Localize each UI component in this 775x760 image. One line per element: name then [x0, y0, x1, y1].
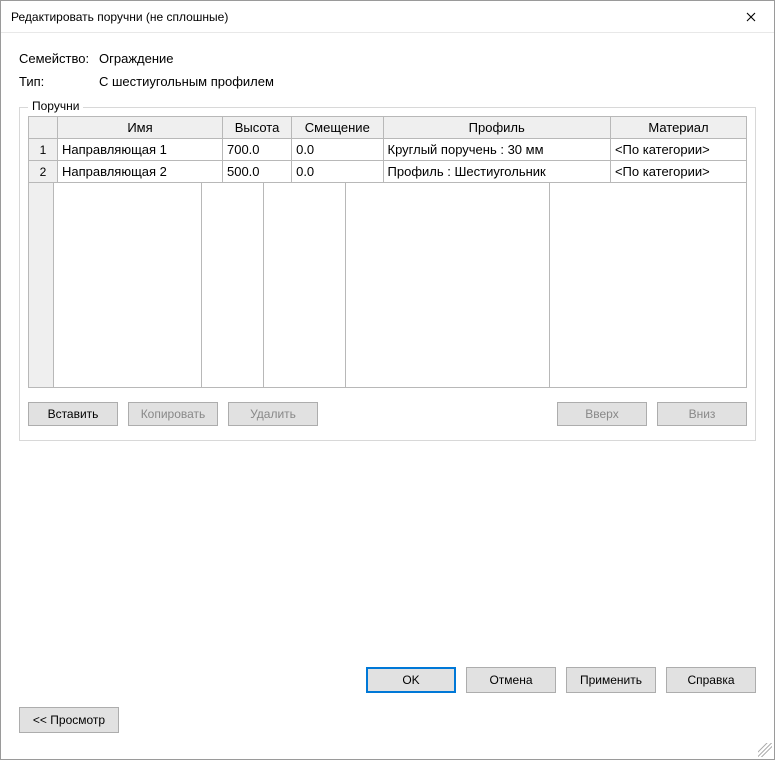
cell-name[interactable]: Направляющая 1: [57, 139, 222, 161]
family-label: Семейство:: [19, 51, 99, 66]
col-header-rownum[interactable]: [29, 117, 58, 139]
meta-block: Семейство: Ограждение Тип: С шестиугольн…: [19, 51, 756, 97]
rails-table[interactable]: Имя Высота Смещение Профиль Материал 1 Н…: [28, 116, 747, 183]
resize-grip-icon[interactable]: [758, 743, 772, 757]
close-button[interactable]: [728, 1, 774, 33]
cell-rownum[interactable]: 2: [29, 161, 58, 183]
ok-button[interactable]: OK: [366, 667, 456, 693]
titlebar: Редактировать поручни (не сплошные): [1, 1, 774, 33]
copy-button[interactable]: Копировать: [128, 402, 218, 426]
col-header-profile[interactable]: Профиль: [383, 117, 610, 139]
table-buttons-row: Вставить Копировать Удалить Вверх Вниз: [28, 402, 747, 426]
cell-height[interactable]: 700.0: [222, 139, 291, 161]
delete-button[interactable]: Удалить: [228, 402, 318, 426]
fieldset-legend: Поручни: [28, 99, 83, 113]
cell-name[interactable]: Направляющая 2: [57, 161, 222, 183]
type-value: С шестиугольным профилем: [99, 74, 274, 89]
cancel-button[interactable]: Отмена: [466, 667, 556, 693]
col-header-material[interactable]: Материал: [610, 117, 746, 139]
meta-family-row: Семейство: Ограждение: [19, 51, 756, 66]
close-icon: [746, 12, 756, 22]
cell-profile[interactable]: Круглый поручень : 30 мм: [383, 139, 610, 161]
dialog-footer: OK Отмена Применить Справка << Просмотр: [1, 651, 774, 759]
help-button[interactable]: Справка: [666, 667, 756, 693]
window-title: Редактировать поручни (не сплошные): [11, 10, 728, 24]
cell-profile[interactable]: Профиль : Шестиугольник: [383, 161, 610, 183]
cell-height[interactable]: 500.0: [222, 161, 291, 183]
move-down-button[interactable]: Вниз: [657, 402, 747, 426]
cell-offset[interactable]: 0.0: [292, 161, 383, 183]
preview-button-wrap: << Просмотр: [19, 707, 756, 733]
insert-button[interactable]: Вставить: [28, 402, 118, 426]
cell-material[interactable]: <По категории>: [610, 161, 746, 183]
spacer: [328, 402, 547, 426]
rails-table-wrap: Имя Высота Смещение Профиль Материал 1 Н…: [28, 116, 747, 388]
meta-type-row: Тип: С шестиугольным профилем: [19, 74, 756, 89]
table-row[interactable]: 2 Направляющая 2 500.0 0.0 Профиль : Шес…: [29, 161, 747, 183]
col-header-offset[interactable]: Смещение: [292, 117, 383, 139]
footer-buttons: OK Отмена Применить Справка: [19, 667, 756, 693]
apply-button[interactable]: Применить: [566, 667, 656, 693]
cell-rownum[interactable]: 1: [29, 139, 58, 161]
col-header-height[interactable]: Высота: [222, 117, 291, 139]
dialog-content: Семейство: Ограждение Тип: С шестиугольн…: [1, 33, 774, 759]
type-label: Тип:: [19, 74, 99, 89]
table-empty-area: [28, 183, 747, 388]
preview-toggle-button[interactable]: << Просмотр: [19, 707, 119, 733]
cell-offset[interactable]: 0.0: [292, 139, 383, 161]
col-header-name[interactable]: Имя: [57, 117, 222, 139]
table-header-row: Имя Высота Смещение Профиль Материал: [29, 117, 747, 139]
family-value: Ограждение: [99, 51, 174, 66]
cell-material[interactable]: <По категории>: [610, 139, 746, 161]
rails-fieldset: Поручни Имя Высота Смещение Профиль Мат: [19, 107, 756, 441]
move-up-button[interactable]: Вверх: [557, 402, 647, 426]
dialog-window: Редактировать поручни (не сплошные) Семе…: [0, 0, 775, 760]
table-row[interactable]: 1 Направляющая 1 700.0 0.0 Круглый поруч…: [29, 139, 747, 161]
